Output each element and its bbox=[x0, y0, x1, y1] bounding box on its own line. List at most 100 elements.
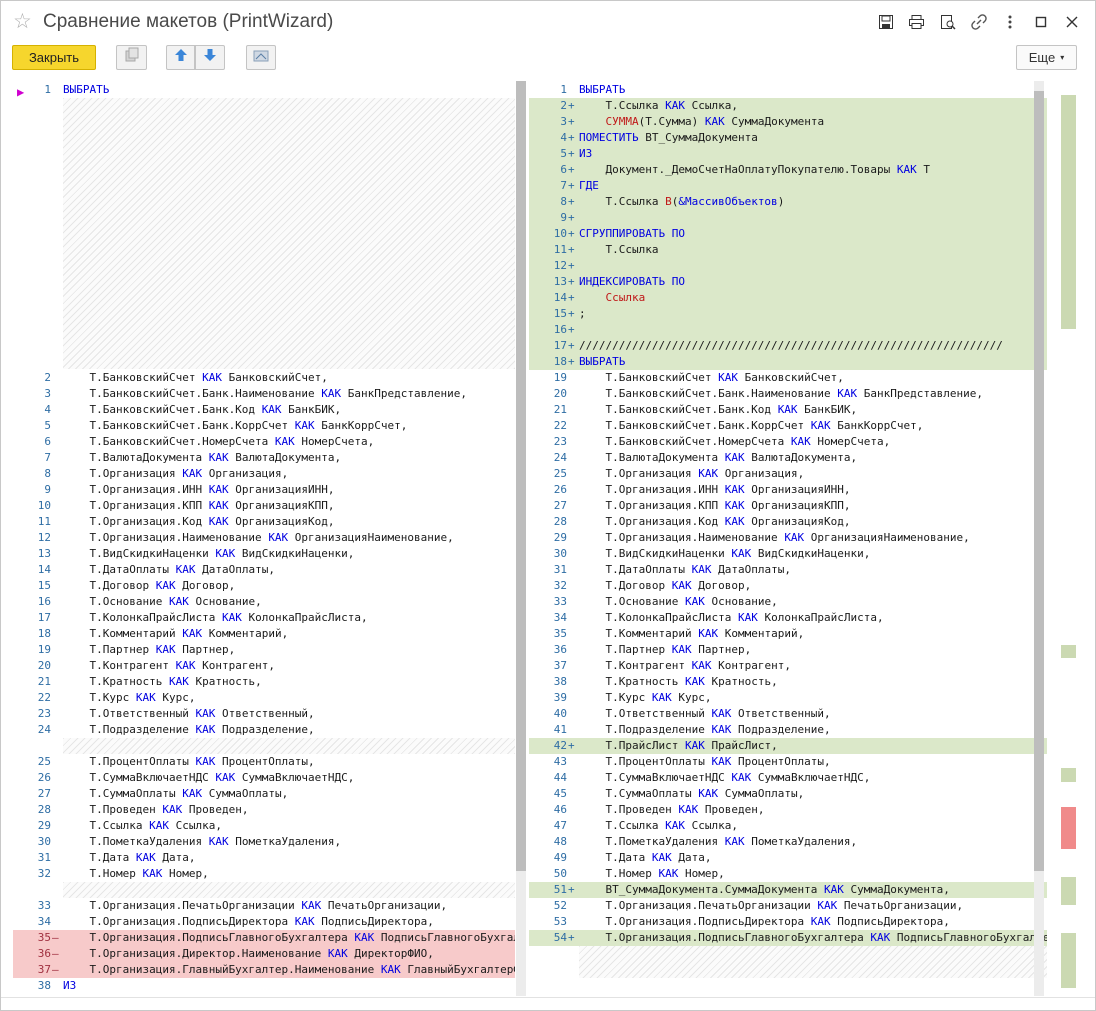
code-line[interactable]: 25 Т.ПроцентОплаты КАК ПроцентОплаты, bbox=[13, 754, 515, 770]
code-line[interactable]: 45 Т.СуммаОплаты КАК СуммаОплаты, bbox=[529, 786, 1047, 802]
code-line[interactable]: 20 Т.Контрагент КАК Контрагент, bbox=[13, 658, 515, 674]
save-icon[interactable] bbox=[870, 12, 901, 32]
close-button[interactable]: Закрыть bbox=[12, 45, 96, 70]
code-line[interactable]: 38 Т.Кратность КАК Кратность, bbox=[529, 674, 1047, 690]
code-line[interactable]: 28 Т.Проведен КАК Проведен, bbox=[13, 802, 515, 818]
code-line[interactable]: 10 + СГРУППИРОВАТЬ ПО bbox=[529, 226, 1047, 242]
code-line[interactable]: 27 Т.Организация.КПП КАК ОрганизацияКПП, bbox=[529, 498, 1047, 514]
code-line[interactable]: 23 Т.БанковскийСчет.НомерСчета КАК Номер… bbox=[529, 434, 1047, 450]
close-icon[interactable] bbox=[1056, 12, 1087, 32]
code-line[interactable]: 41 Т.Подразделение КАК Подразделение, bbox=[529, 722, 1047, 738]
code-line[interactable]: 44 Т.СуммаВключаетНДС КАК СуммаВключаетН… bbox=[529, 770, 1047, 786]
code-line[interactable]: 9 + bbox=[529, 210, 1047, 226]
code-line[interactable]: 26 Т.Организация.ИНН КАК ОрганизацияИНН, bbox=[529, 482, 1047, 498]
left-scrollbar-thumb[interactable] bbox=[516, 81, 526, 871]
code-line[interactable]: 29 Т.Ссылка КАК Ссылка, bbox=[13, 818, 515, 834]
code-line[interactable]: 14 Т.ДатаОплаты КАК ДатаОплаты, bbox=[13, 562, 515, 578]
code-line[interactable]: 40 Т.Ответственный КАК Ответственный, bbox=[529, 706, 1047, 722]
code-line[interactable]: 24 Т.ВалютаДокумента КАК ВалютаДокумента… bbox=[529, 450, 1047, 466]
code-line[interactable]: 16 + bbox=[529, 322, 1047, 338]
code-line[interactable]: 15 Т.Договор КАК Договор, bbox=[13, 578, 515, 594]
code-line[interactable]: 52 Т.Организация.ПечатьОрганизации КАК П… bbox=[529, 898, 1047, 914]
code-line[interactable]: 18 Т.Комментарий КАК Комментарий, bbox=[13, 626, 515, 642]
code-line[interactable]: 34 Т.КолонкаПрайсЛиста КАК КолонкаПрайсЛ… bbox=[529, 610, 1047, 626]
code-line[interactable]: 13 Т.ВидСкидкиНаценки КАК ВидСкидкиНацен… bbox=[13, 546, 515, 562]
code-line[interactable]: 19 Т.БанковскийСчет КАК БанковскийСчет, bbox=[529, 370, 1047, 386]
left-code-pane[interactable]: ▶ 1 ВЫБРАТЬ 2 Т.БанковскийСчет КАК Банковс… bbox=[13, 81, 515, 996]
code-line[interactable]: 53 Т.Организация.ПодписьДиректора КАК По… bbox=[529, 914, 1047, 930]
right-code-pane[interactable]: ▶ 1ВЫБРАТЬ2+ Т.Ссылка КАК Ссылка,3+ СУММ… bbox=[529, 81, 1047, 996]
code-line[interactable]: 32 Т.Номер КАК Номер, bbox=[13, 866, 515, 882]
code-line[interactable]: 31 Т.ДатаОплаты КАК ДатаОплаты, bbox=[529, 562, 1047, 578]
code-line[interactable]: 1 ВЫБРАТЬ bbox=[13, 82, 515, 98]
diff-overview-map[interactable] bbox=[1061, 95, 1076, 990]
code-line[interactable]: 20 Т.БанковскийСчет.Банк.Наименование КА… bbox=[529, 386, 1047, 402]
code-line[interactable]: 36 Т.Партнер КАК Партнер, bbox=[529, 642, 1047, 658]
code-line[interactable]: 21 Т.Кратность КАК Кратность, bbox=[13, 674, 515, 690]
code-line[interactable]: 34 Т.Организация.ПодписьДиректора КАК По… bbox=[13, 914, 515, 930]
code-line[interactable]: 39 Т.Курс КАК Курс, bbox=[529, 690, 1047, 706]
code-line[interactable]: 33 Т.Организация.ПечатьОрганизации КАК П… bbox=[13, 898, 515, 914]
code-line[interactable]: 29 Т.Организация.Наименование КАК Органи… bbox=[529, 530, 1047, 546]
code-line[interactable]: 54 + Т.Организация.ПодписьГлавногоБухгалт… bbox=[529, 930, 1047, 946]
code-line[interactable]: 25 Т.Организация КАК Организация, bbox=[529, 466, 1047, 482]
code-line[interactable]: 11 Т.Организация.Код КАК ОрганизацияКод, bbox=[13, 514, 515, 530]
left-scrollbar[interactable] bbox=[516, 81, 526, 996]
code-line[interactable]: 9 Т.Организация.ИНН КАК ОрганизацияИНН, bbox=[13, 482, 515, 498]
maximize-icon[interactable] bbox=[1025, 12, 1056, 32]
code-line[interactable]: 12 Т.Организация.Наименование КАК Органи… bbox=[13, 530, 515, 546]
code-line[interactable]: 30 Т.ВидСкидкиНаценки КАК ВидСкидкиНацен… bbox=[529, 546, 1047, 562]
code-line[interactable]: 4 Т.БанковскийСчет.Банк.Код КАК БанкБИК, bbox=[13, 402, 515, 418]
code-line[interactable]: 22 Т.Курс КАК Курс, bbox=[13, 690, 515, 706]
code-line[interactable]: 6 + Документ._ДемоСчетНаОплатуПокупателю.… bbox=[529, 162, 1047, 178]
right-scrollbar-thumb[interactable] bbox=[1034, 91, 1044, 871]
code-line[interactable]: 8 + Т.Ссылка В(&МассивОбъектов) bbox=[529, 194, 1047, 210]
code-line[interactable]: 23 Т.Ответственный КАК Ответственный, bbox=[13, 706, 515, 722]
code-line[interactable]: 24 Т.Подразделение КАК Подразделение, bbox=[13, 722, 515, 738]
code-line[interactable]: 11 + Т.Ссылка bbox=[529, 242, 1047, 258]
code-line[interactable]: 47 Т.Ссылка КАК Ссылка, bbox=[529, 818, 1047, 834]
code-line[interactable]: 22 Т.БанковскийСчет.Банк.КоррСчет КАК Ба… bbox=[529, 418, 1047, 434]
code-line[interactable]: 14 + Ссылка bbox=[529, 290, 1047, 306]
more-vertical-icon[interactable] bbox=[994, 12, 1025, 32]
code-line[interactable]: 19 Т.Партнер КАК Партнер, bbox=[13, 642, 515, 658]
code-line[interactable]: 55 ИЗ bbox=[529, 994, 1047, 996]
code-line[interactable]: 17 Т.КолонкаПрайсЛиста КАК КолонкаПрайсЛ… bbox=[13, 610, 515, 626]
code-line[interactable]: 7 + ГДЕ bbox=[529, 178, 1047, 194]
code-line[interactable]: 10 Т.Организация.КПП КАК ОрганизацияКПП, bbox=[13, 498, 515, 514]
code-line[interactable]: 37 Т.Контрагент КАК Контрагент, bbox=[529, 658, 1047, 674]
code-line[interactable]: 8 Т.Организация КАК Организация, bbox=[13, 466, 515, 482]
code-line[interactable]: 4 + ПОМЕСТИТЬ ВТ_СуммаДокумента bbox=[529, 130, 1047, 146]
code-line[interactable]: 3 + СУММА(Т.Сумма) КАК СуммаДокумента bbox=[529, 114, 1047, 130]
code-line[interactable]: 18 + ВЫБРАТЬ bbox=[529, 354, 1047, 370]
code-line[interactable]: 36— Т.Организация.Директор.Наименование … bbox=[13, 946, 515, 962]
code-line[interactable]: 12 + bbox=[529, 258, 1047, 274]
code-line[interactable]: 28 Т.Организация.Код КАК ОрганизацияКод, bbox=[529, 514, 1047, 530]
code-line[interactable]: 50 Т.Номер КАК Номер, bbox=[529, 866, 1047, 882]
code-line[interactable]: 7 Т.ВалютаДокумента КАК ВалютаДокумента, bbox=[13, 450, 515, 466]
prev-diff-button[interactable] bbox=[166, 45, 195, 70]
code-line[interactable]: 49 Т.Дата КАК Дата, bbox=[529, 850, 1047, 866]
code-line[interactable]: 21 Т.БанковскийСчет.Банк.Код КАК БанкБИК… bbox=[529, 402, 1047, 418]
code-line[interactable]: 6 Т.БанковскийСчет.НомерСчета КАК НомерС… bbox=[13, 434, 515, 450]
code-line[interactable]: 1 ВЫБРАТЬ bbox=[529, 82, 1047, 98]
code-line[interactable]: 16 Т.Основание КАК Основание, bbox=[13, 594, 515, 610]
link-icon[interactable] bbox=[963, 12, 994, 32]
code-line[interactable]: 27 Т.СуммаОплаты КАК СуммаОплаты, bbox=[13, 786, 515, 802]
code-line[interactable]: 38 ИЗ bbox=[13, 978, 515, 994]
code-line[interactable]: 26 Т.СуммаВключаетНДС КАК СуммаВключаетН… bbox=[13, 770, 515, 786]
copy-button[interactable] bbox=[116, 45, 147, 70]
code-line[interactable]: 32 Т.Договор КАК Договор, bbox=[529, 578, 1047, 594]
code-line[interactable]: 35 Т.Комментарий КАК Комментарий, bbox=[529, 626, 1047, 642]
settings-button[interactable] bbox=[246, 45, 276, 70]
code-line[interactable]: 2 + Т.Ссылка КАК Ссылка, bbox=[529, 98, 1047, 114]
code-line[interactable]: 17 + /////////////////////////////////////… bbox=[529, 338, 1047, 354]
code-line[interactable]: 5 Т.БанковскийСчет.Банк.КоррСчет КАК Бан… bbox=[13, 418, 515, 434]
next-diff-button[interactable] bbox=[195, 45, 225, 70]
code-line[interactable]: 15 +; bbox=[529, 306, 1047, 322]
code-line[interactable]: 48 Т.ПометкаУдаления КАК ПометкаУдаления… bbox=[529, 834, 1047, 850]
code-line[interactable]: 37— Т.Организация.ГлавныйБухгалтер.Наиме… bbox=[13, 962, 515, 978]
more-button[interactable]: Еще ▾ bbox=[1016, 45, 1077, 70]
code-line[interactable]: 35— Т.Организация.ПодписьГлавногоБухгалт… bbox=[13, 930, 515, 946]
code-line[interactable]: 46 Т.Проведен КАК Проведен, bbox=[529, 802, 1047, 818]
